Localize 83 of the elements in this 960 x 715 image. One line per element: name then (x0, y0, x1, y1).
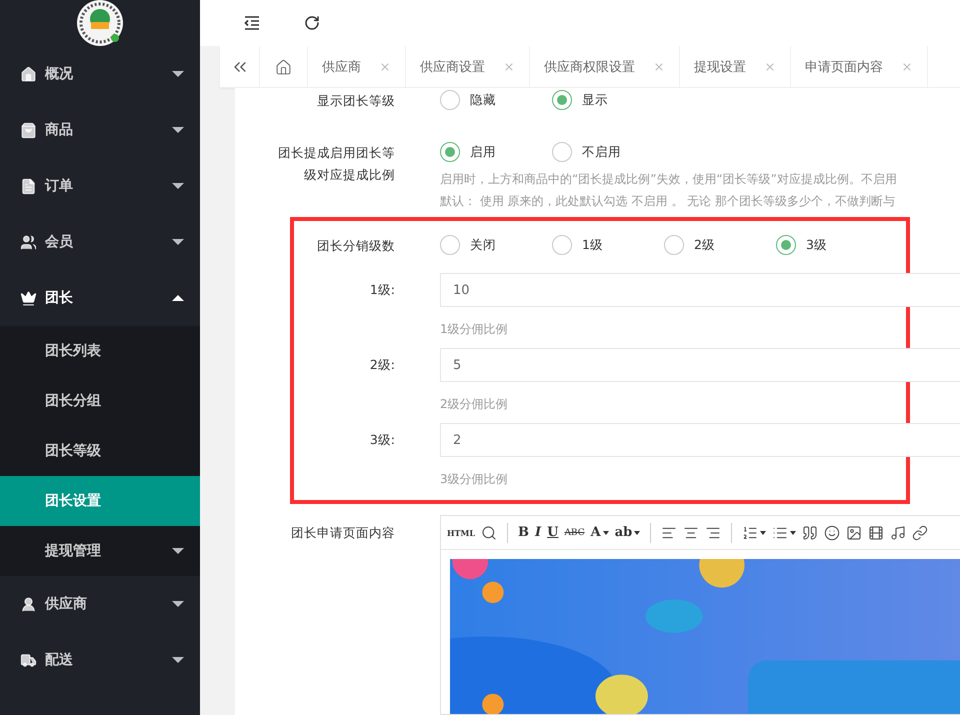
radio-icon[interactable] (440, 90, 460, 110)
radio-label: 2级 (694, 236, 715, 254)
field-label: 3级: (368, 431, 395, 449)
users-icon (20, 234, 37, 250)
help-text: 1级分佣比例 (440, 321, 509, 338)
document-icon (20, 178, 37, 194)
submenu-item[interactable]: 团长等级 (0, 426, 200, 476)
radio-option[interactable]: 不启用 (552, 142, 664, 162)
menu-item[interactable]: 供应商 (0, 576, 200, 632)
input-field[interactable]: 2 (440, 423, 960, 457)
menu-item[interactable]: 会员 (0, 214, 200, 270)
field-label: 团长分销级数 (316, 237, 395, 255)
logo-icon (77, 0, 123, 46)
close-icon[interactable] (503, 61, 515, 73)
menu-item[interactable]: 团长 (0, 270, 200, 326)
radio-label: 关闭 (470, 236, 496, 254)
radio-icon[interactable] (552, 235, 572, 255)
help-text: 3级分佣比例 (440, 471, 509, 488)
underline-button[interactable]: U (547, 525, 558, 540)
radio-option[interactable]: 3级 (776, 235, 888, 255)
radio-option[interactable]: 1级 (552, 235, 664, 255)
radio-label: 启用 (470, 144, 496, 160)
house-icon (275, 58, 292, 76)
rich-text-editor[interactable]: HTML B I U ABC A ab (440, 515, 960, 715)
close-icon[interactable] (764, 61, 776, 73)
radio-label: 3级 (806, 236, 827, 254)
field-label: 显示团长等级 (316, 92, 395, 110)
radio-option[interactable]: 关闭 (440, 235, 552, 255)
html-button[interactable]: HTML (447, 528, 475, 538)
house-icon (20, 66, 37, 82)
bold-button[interactable]: B (518, 525, 529, 540)
image-icon[interactable] (846, 524, 862, 540)
help-text: 默认： 使用 原来的，此处默认勾选 不启用 。 无论 那个团长等级多少个，不做判断与 (440, 193, 896, 210)
radio-icon[interactable] (552, 142, 572, 162)
help-text: 启用时，上方和商品中的“团长提成比例”失效，使用“团长等级”对应提成比例。不启用 (440, 171, 898, 188)
radio-option[interactable]: 隐藏 (440, 90, 552, 110)
music-icon[interactable] (890, 524, 906, 540)
emoji-icon[interactable] (824, 524, 840, 540)
italic-button[interactable]: I (535, 525, 542, 540)
menu-item[interactable]: 概况 (0, 46, 200, 102)
submenu-item[interactable]: 提现管理 (0, 526, 200, 576)
font-color-button[interactable]: A (590, 525, 609, 540)
highlight-button[interactable]: ab (614, 525, 640, 540)
link-icon[interactable] (912, 524, 928, 540)
radio-icon[interactable] (552, 90, 572, 110)
help-text: 2级分佣比例 (440, 396, 509, 413)
submenu-item[interactable]: 团长设置 (0, 476, 200, 526)
radio-label: 隐藏 (470, 92, 496, 108)
strikethrough-button[interactable]: ABC (564, 528, 585, 538)
radio-icon[interactable] (664, 235, 684, 255)
preview-icon[interactable] (481, 524, 497, 540)
shopping-bag-icon (20, 122, 37, 138)
input-field[interactable]: 10 (440, 273, 960, 307)
radio-icon[interactable] (776, 235, 796, 255)
film-icon[interactable] (868, 524, 884, 540)
collapse-menu-icon[interactable] (244, 16, 260, 30)
radio-option[interactable]: 启用 (440, 142, 552, 162)
submenu-item[interactable]: 团长分组 (0, 376, 200, 426)
radio-label: 1级 (582, 236, 603, 254)
refresh-icon[interactable] (304, 15, 320, 31)
radio-icon[interactable] (440, 142, 460, 162)
close-icon[interactable] (901, 61, 913, 73)
radio-label: 不启用 (582, 144, 621, 160)
input-field[interactable]: 5 (440, 348, 960, 382)
ordered-list-button[interactable] (742, 524, 766, 540)
field-label: 1级: (368, 281, 395, 299)
user-icon (20, 596, 37, 612)
crown-icon (20, 290, 37, 306)
field-label: 2级: (368, 356, 395, 374)
close-icon[interactable] (653, 61, 665, 73)
close-icon[interactable] (379, 61, 391, 73)
menu-item[interactable]: 商品 (0, 102, 200, 158)
radio-option[interactable]: 显示 (552, 90, 664, 110)
truck-icon (20, 652, 37, 668)
field-label: 团长申请页面内容 (290, 524, 395, 542)
radio-icon[interactable] (440, 235, 460, 255)
menu-item[interactable]: 订单 (0, 158, 200, 214)
menu-item[interactable]: 配送 (0, 632, 200, 688)
submenu-item[interactable]: 团长列表 (0, 326, 200, 376)
field-label: 团长提成启用团长等级对应提成比例 (277, 144, 395, 184)
radio-option[interactable]: 2级 (664, 235, 776, 255)
quote-icon[interactable] (802, 524, 818, 540)
radio-label: 显示 (582, 92, 608, 108)
